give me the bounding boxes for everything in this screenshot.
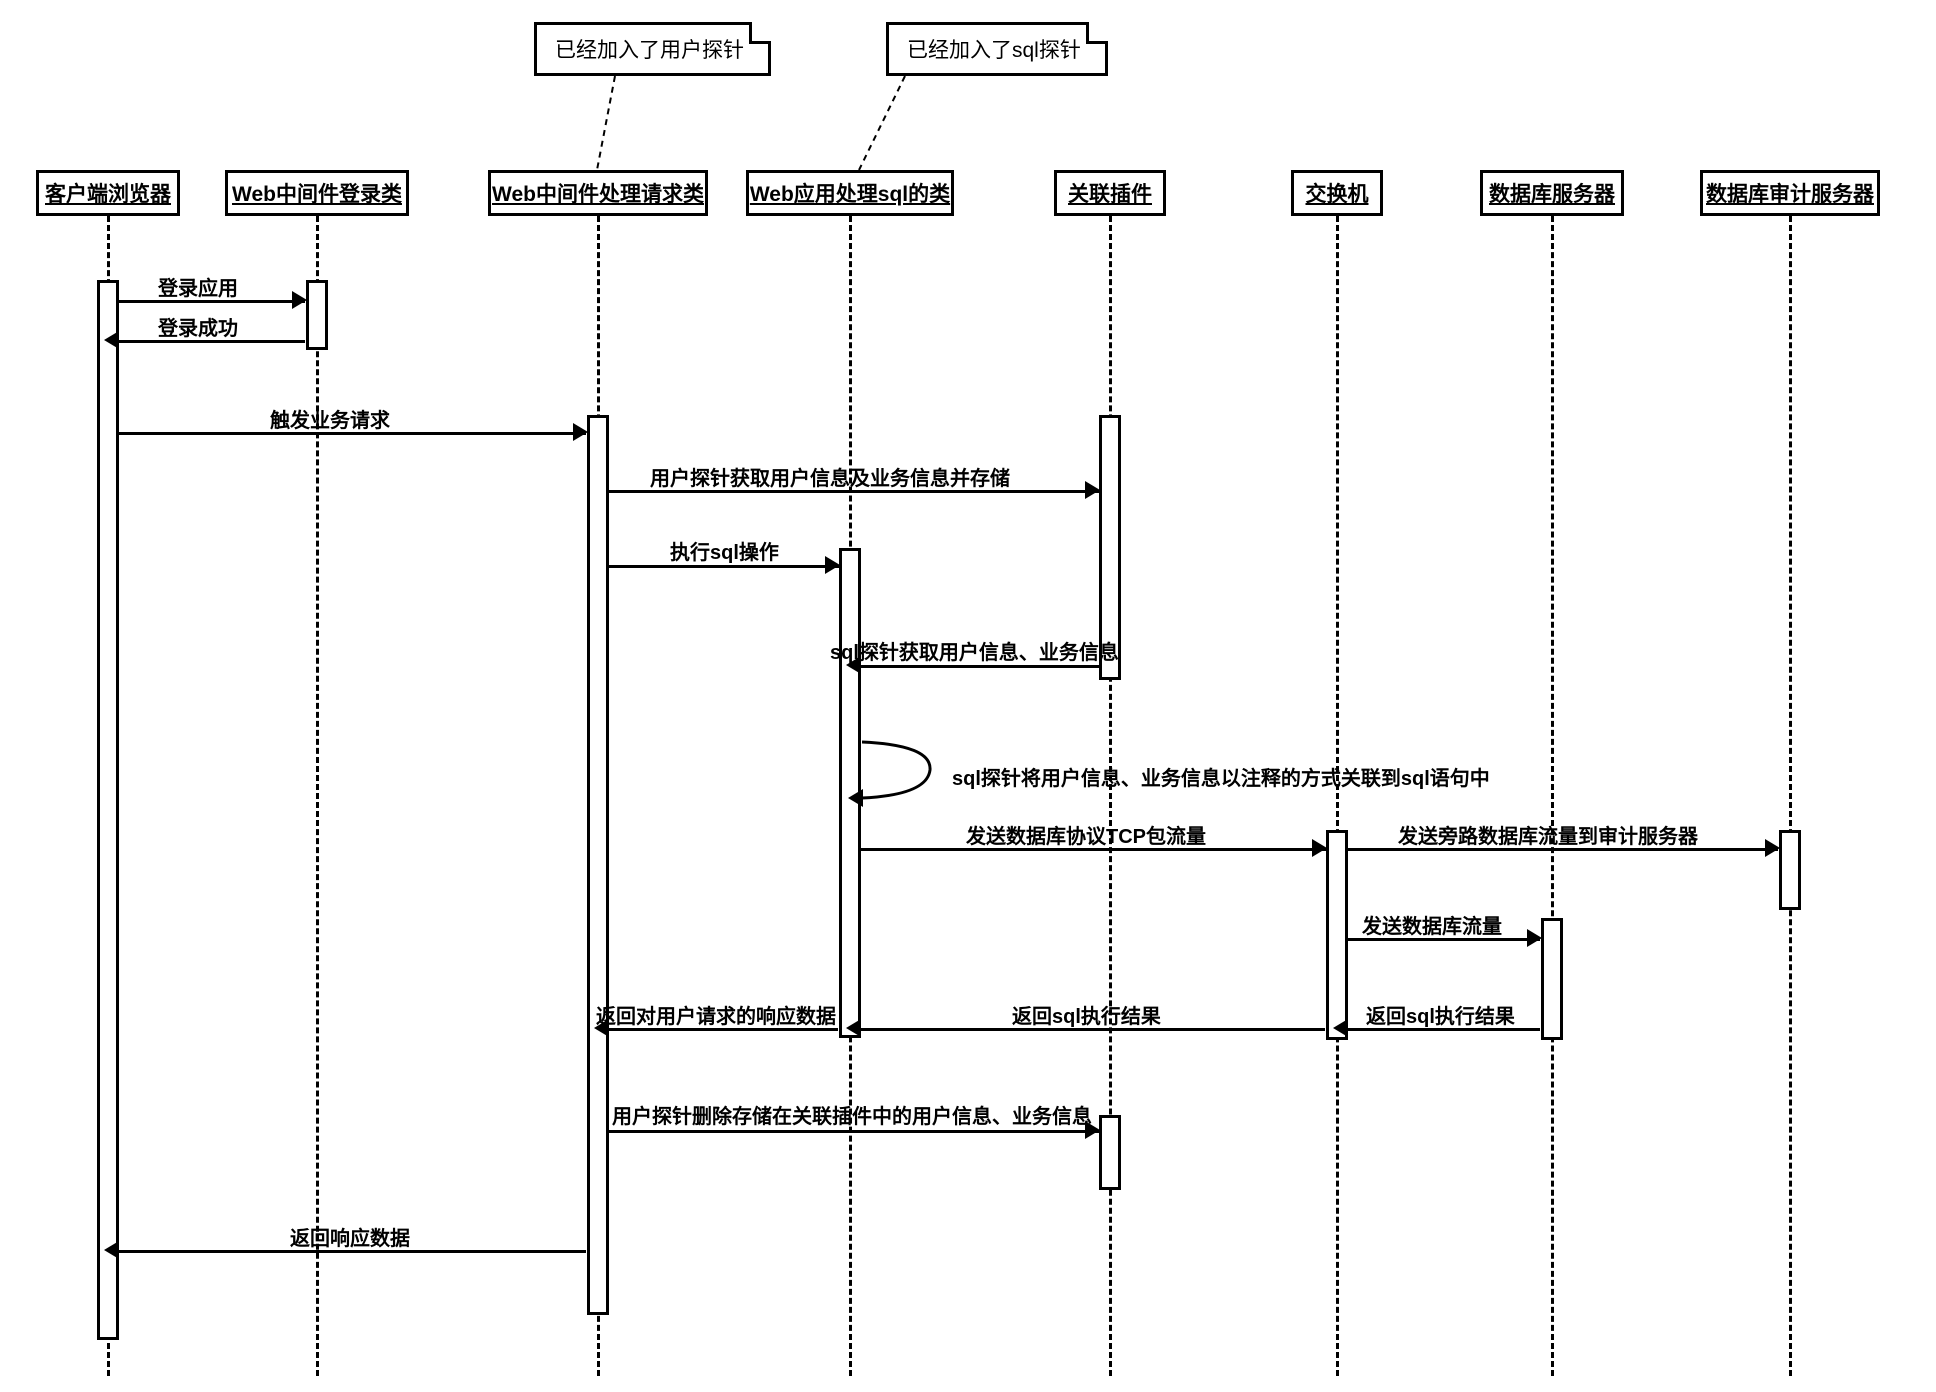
lifeline-db-label: 数据库服务器: [1489, 178, 1615, 208]
lifeline-line: [1789, 216, 1792, 1376]
lifeline-switch: 交换机: [1291, 170, 1383, 216]
arrowhead-icon: [846, 1019, 861, 1037]
arrowhead-icon: [825, 556, 840, 574]
arrowhead-icon: [1085, 481, 1100, 499]
msg-exec-sql: 执行sql操作: [670, 536, 779, 565]
sequence-diagram: 客户端浏览器 Web中间件登录类 Web中间件处理请求类 Web应用处理sql的…: [0, 0, 1936, 1392]
lifeline-sql-label: Web应用处理sql的类: [750, 178, 950, 208]
self-loop-arc: [862, 740, 942, 810]
msg-arrow: [609, 1130, 1099, 1133]
lifeline-sql-class: Web应用处理sql的类: [746, 170, 954, 216]
lifeline-request-class: Web中间件处理请求类: [488, 170, 708, 216]
msg-user-probe-delete: 用户探针删除存储在关联插件中的用户信息、业务信息: [612, 1100, 1092, 1129]
msg-send-tcp: 发送数据库协议TCP包流量: [966, 820, 1206, 849]
lifeline-line: [1109, 216, 1112, 1376]
msg-arrow: [609, 565, 839, 568]
msg-user-probe-store: 用户探针获取用户信息及业务信息并存储: [650, 462, 1010, 491]
activation-bar: [1326, 830, 1348, 1040]
note-sql-probe: 已经加入了sql探针: [886, 22, 1108, 76]
activation-bar: [306, 280, 328, 350]
lifeline-audit-server: 数据库审计服务器: [1700, 170, 1880, 216]
arrowhead-icon: [1312, 839, 1327, 857]
note-fold-icon: [749, 22, 771, 44]
msg-return-sql-1: 返回sql执行结果: [1366, 1000, 1515, 1029]
note-user-probe: 已经加入了用户探针: [534, 22, 771, 76]
arrowhead-icon: [104, 331, 119, 349]
arrowhead-icon: [292, 291, 307, 309]
lifeline-login-label: Web中间件登录类: [232, 178, 402, 208]
msg-trigger-request: 触发业务请求: [270, 404, 390, 433]
lifeline-switch-label: 交换机: [1306, 178, 1369, 208]
note-user-probe-text: 已经加入了用户探针: [555, 34, 744, 64]
activation-bar: [97, 280, 119, 1340]
msg-send-bypass: 发送旁路数据库流量到审计服务器: [1398, 820, 1698, 849]
lifeline-db-server: 数据库服务器: [1480, 170, 1624, 216]
msg-login-app: 登录应用: [158, 272, 238, 301]
note-sql-probe-text: 已经加入了sql探针: [907, 34, 1081, 64]
lifeline-login-class: Web中间件登录类: [225, 170, 409, 216]
activation-bar: [1099, 1115, 1121, 1190]
activation-bar: [1779, 830, 1801, 910]
lifeline-client: 客户端浏览器: [36, 170, 180, 216]
arrowhead-icon: [104, 1241, 119, 1259]
msg-return-response: 返回响应数据: [290, 1222, 410, 1251]
msg-login-success: 登录成功: [158, 312, 238, 341]
msg-send-db-traffic: 发送数据库流量: [1362, 910, 1502, 939]
arrowhead-icon: [1527, 929, 1542, 947]
arrowhead-icon: [848, 789, 863, 807]
msg-return-resp-data: 返回对用户请求的响应数据: [596, 1000, 836, 1029]
activation-bar: [1541, 918, 1563, 1040]
arrowhead-icon: [1765, 839, 1780, 857]
lifeline-request-label: Web中间件处理请求类: [492, 178, 704, 208]
msg-sql-probe-get: sql探针获取用户信息、业务信息: [830, 636, 1119, 665]
lifeline-line: [1336, 216, 1339, 1376]
note-connector: [585, 76, 625, 172]
note-fold-icon: [1086, 22, 1108, 44]
lifeline-line: [316, 216, 319, 1376]
lifeline-audit-label: 数据库审计服务器: [1706, 178, 1874, 208]
lifeline-line: [1551, 216, 1554, 1376]
msg-arrow: [861, 665, 1099, 668]
msg-self-assoc: sql探针将用户信息、业务信息以注释的方式关联到sql语句中: [952, 762, 1490, 791]
note-connector: [855, 76, 915, 172]
lifeline-client-label: 客户端浏览器: [45, 178, 171, 208]
lifeline-assoc-label: 关联插件: [1068, 178, 1152, 208]
lifeline-assoc-plugin: 关联插件: [1054, 170, 1166, 216]
activation-bar: [587, 415, 609, 1315]
arrowhead-icon: [1333, 1019, 1348, 1037]
arrowhead-icon: [573, 423, 588, 441]
msg-return-sql-2: 返回sql执行结果: [1012, 1000, 1161, 1029]
